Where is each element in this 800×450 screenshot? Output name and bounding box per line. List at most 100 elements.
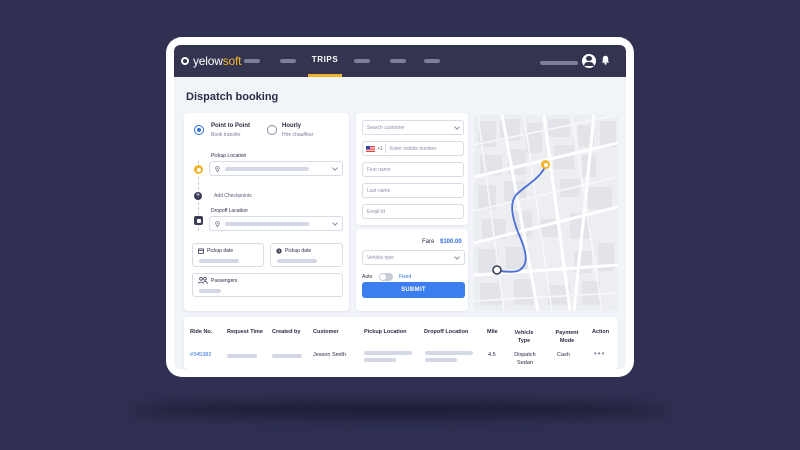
calendar-icon [198, 248, 204, 254]
pickup-marker-icon [194, 165, 203, 174]
table-header-dropoff-location: Dropoff Location [424, 329, 469, 335]
last-name-placeholder: Last name [367, 188, 391, 194]
vehicle-type-value: Dispatch Sedan [514, 352, 536, 366]
radio-hourly[interactable] [267, 125, 277, 135]
dropoff-location-placeholder [425, 351, 473, 355]
search-customer-placeholder: Search customer [367, 125, 405, 131]
vehicle-type-placeholder: Vehicle type [367, 255, 394, 261]
country-code[interactable]: +1 [377, 146, 383, 152]
dropoff-location-label: Dropoff Location [211, 208, 248, 214]
first-name-placeholder: First name [367, 167, 391, 173]
row-actions-icon[interactable]: ••• [594, 349, 605, 358]
mode-auto-label: Auto [362, 274, 373, 280]
nav-item-placeholder-2[interactable] [280, 59, 296, 63]
search-customer-select[interactable]: Search customer [362, 120, 464, 135]
chevron-down-icon [332, 165, 338, 171]
customer-name: Jesson Smith [313, 352, 347, 358]
mobile-placeholder: Enter mobile number [390, 146, 437, 152]
pickup-date-label: Pickup date [207, 248, 234, 254]
clock-icon [276, 248, 282, 254]
payment-mode-value: Cash [557, 352, 570, 358]
page-title: Dispatch booking [186, 91, 279, 103]
logo-ring-icon [181, 57, 189, 65]
ride-number-link[interactable]: #345382 [190, 352, 211, 358]
email-field[interactable]: Email Id [362, 204, 464, 219]
booking-card: Point to Point Book transfer Hourly Hire… [184, 113, 349, 311]
pickup-time-value-placeholder [277, 259, 317, 263]
map-pickup-pin-icon [541, 160, 550, 169]
passengers-label: Passengers [211, 278, 238, 284]
table-header-vehicle-type: Vehicle Type [514, 330, 534, 344]
chevron-down-icon [454, 254, 460, 260]
mobile-number-field[interactable]: +1 Enter mobile number [362, 141, 464, 156]
dropoff-location-input[interactable] [209, 216, 343, 231]
table-header-ride-no: Ride No. [190, 329, 213, 335]
fare-amount: $100.00 [440, 239, 462, 245]
table-header-customer: Customer [313, 329, 339, 335]
chevron-down-icon [454, 124, 460, 130]
customer-card: Search customer +1 Enter mobile number F… [356, 113, 468, 225]
radio-point-to-point[interactable] [194, 125, 204, 135]
trip-type-sub: Hire chauffeur [282, 132, 314, 138]
trip-type-label: Hourly [282, 123, 302, 129]
nav-item-placeholder-4[interactable] [390, 59, 406, 63]
us-flag-icon [366, 146, 375, 152]
mile-value: 4.5 [488, 352, 496, 358]
created-by-placeholder [272, 354, 302, 358]
add-checkpoint-icon[interactable]: + [194, 192, 202, 200]
nav-active-indicator [308, 74, 342, 77]
pickup-time-input[interactable]: Pickup date [270, 243, 343, 267]
nav-item-placeholder-5[interactable] [424, 59, 440, 63]
fare-label: Fare [422, 239, 435, 245]
pickup-location-placeholder [364, 358, 396, 362]
field-divider [385, 144, 386, 153]
passengers-icon [198, 277, 208, 284]
trip-type-label: Point to Point [211, 123, 250, 129]
tablet-frame: yelow soft TRIPS Dispatch booking Point t… [166, 37, 634, 377]
route-map[interactable] [474, 115, 618, 311]
submit-button[interactable]: SUBMIT [362, 282, 465, 298]
pickup-location-placeholder [364, 351, 412, 355]
dropoff-location-placeholder [425, 358, 457, 362]
user-name-placeholder [540, 61, 578, 65]
nav-item-placeholder-1[interactable] [244, 59, 260, 63]
table-header-payment-mode: Payment Mode [555, 330, 579, 344]
map-streets [474, 115, 618, 311]
trip-type-sub: Book transfer [211, 132, 241, 138]
passengers-value-placeholder [199, 289, 221, 293]
dropoff-location-value-placeholder [225, 222, 309, 226]
table-header-action: Action [592, 329, 610, 335]
vehicle-type-select[interactable]: Vehicle type [362, 250, 465, 265]
last-name-field[interactable]: Last name [362, 183, 464, 198]
nav-item-placeholder-3[interactable] [354, 59, 370, 63]
top-nav: yelow soft TRIPS [174, 45, 626, 77]
pickup-location-value-placeholder [225, 167, 309, 171]
location-pin-icon [215, 166, 220, 172]
location-pin-icon [215, 221, 220, 227]
add-checkpoints-link[interactable]: Add Checkpoints [214, 193, 252, 199]
table-header-pickup-location: Pickup Location [364, 329, 407, 335]
pickup-date-value-placeholder [199, 259, 239, 263]
passengers-input[interactable]: Passengers [192, 273, 343, 297]
device-shadow [130, 402, 670, 418]
brand-suffix: soft [222, 54, 242, 68]
request-time-placeholder [227, 354, 257, 358]
brand-prefix: yelow [193, 54, 223, 68]
fare-mode-toggle[interactable] [379, 273, 393, 281]
chevron-down-icon [332, 220, 338, 226]
table-header-request-time: Request Time [227, 329, 263, 335]
user-avatar-icon[interactable] [582, 54, 596, 68]
brand-logo[interactable]: yelow soft [181, 54, 241, 68]
table-header-created-by: Created by [272, 329, 301, 335]
dropoff-marker-icon [194, 216, 203, 225]
table-header-mile: Mile [487, 329, 498, 335]
pickup-time-label: Pickup date [285, 248, 312, 254]
map-dropoff-pin-icon [492, 265, 502, 275]
pickup-location-input[interactable] [209, 161, 343, 176]
pickup-location-label: Pickup Location [211, 153, 247, 159]
notification-bell-icon[interactable] [601, 55, 610, 65]
first-name-field[interactable]: First name [362, 162, 464, 177]
nav-tab-trips[interactable]: TRIPS [308, 55, 342, 64]
pickup-date-input[interactable]: Pickup date [192, 243, 264, 267]
app-screen: yelow soft TRIPS Dispatch booking Point t… [174, 45, 626, 369]
